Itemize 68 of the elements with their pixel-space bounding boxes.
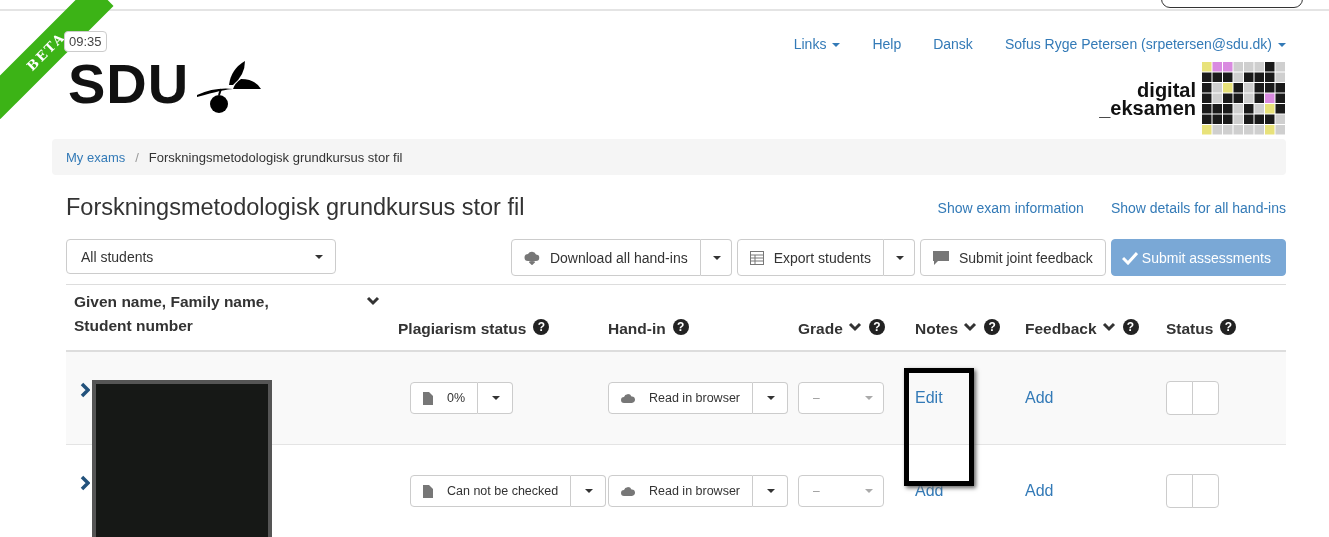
dropdown-toggle[interactable] bbox=[753, 475, 788, 507]
student-filter-select[interactable]: All students bbox=[66, 239, 336, 274]
help-icon[interactable]: ? bbox=[1220, 319, 1237, 335]
check-icon bbox=[1121, 250, 1138, 265]
chevron-down-icon[interactable] bbox=[963, 322, 978, 332]
plagiarism-button[interactable]: 0% bbox=[410, 382, 479, 414]
breadcrumb-separator: / bbox=[135, 149, 139, 165]
toggle-segment[interactable] bbox=[1166, 474, 1193, 508]
caret-icon bbox=[585, 489, 594, 493]
header-link[interactable]: Show exam information bbox=[937, 199, 1084, 216]
cloud-download-icon bbox=[523, 250, 540, 265]
breadcrumb-current: Forskningsmetodologisk grundkursus stor fil bbox=[148, 149, 403, 165]
caret-icon bbox=[492, 396, 501, 400]
page-title: Forskningsmetodologisk grundkursus stor fil bbox=[66, 194, 525, 221]
nav-link[interactable]: Dansk bbox=[933, 36, 973, 52]
dropdown-toggle[interactable] bbox=[700, 239, 732, 276]
breadcrumb-link[interactable]: My exams bbox=[66, 149, 126, 165]
chevron-right-icon[interactable] bbox=[80, 382, 90, 398]
notes-link[interactable]: Edit bbox=[915, 389, 943, 407]
toolbar-button[interactable]: Submit joint feedback bbox=[919, 239, 1106, 276]
nav-link[interactable]: Help bbox=[872, 36, 902, 52]
dropdown-toggle[interactable] bbox=[571, 475, 607, 507]
caret-icon bbox=[712, 255, 721, 260]
clock-badge: 09:35 bbox=[64, 31, 107, 52]
toolbar-button[interactable]: Export students bbox=[736, 239, 884, 276]
caret-icon bbox=[767, 489, 775, 493]
toggle-segment[interactable] bbox=[1166, 381, 1193, 415]
column-header: Plagiarism status bbox=[398, 320, 527, 338]
help-icon[interactable]: ? bbox=[672, 319, 689, 335]
caret-icon bbox=[895, 255, 904, 260]
column-header[interactable]: Notes bbox=[915, 320, 959, 338]
chevron-right-icon[interactable] bbox=[80, 475, 90, 491]
read-in-browser-button[interactable]: Read in browser bbox=[608, 382, 753, 414]
help-icon[interactable]: ? bbox=[1122, 319, 1139, 335]
toggle-segment[interactable] bbox=[1192, 474, 1219, 508]
column-header[interactable]: Given name, Family name, Student number bbox=[74, 290, 314, 338]
column-header: Status bbox=[1166, 320, 1214, 338]
brand-text: _eksamen bbox=[1099, 99, 1196, 117]
cloud-icon bbox=[621, 486, 635, 496]
column-header: Hand-in bbox=[608, 320, 666, 338]
chevron-down-icon[interactable] bbox=[1101, 322, 1116, 332]
header-link[interactable]: Show details for all hand-ins bbox=[1110, 199, 1286, 216]
dropdown-toggle[interactable] bbox=[478, 382, 514, 414]
column-header[interactable]: Grade bbox=[798, 320, 843, 338]
toggle-segment[interactable] bbox=[1192, 381, 1219, 415]
toolbar-button[interactable]: Download all hand-ins bbox=[510, 239, 701, 276]
document-icon bbox=[423, 484, 433, 498]
nav-link[interactable]: Sofus Ryge Petersen (srpetersen@sdu.dk) bbox=[1004, 36, 1286, 52]
feedback-link[interactable]: Add bbox=[1025, 482, 1054, 500]
dropdown-toggle[interactable] bbox=[753, 382, 788, 414]
chevron-down-icon[interactable] bbox=[366, 296, 380, 306]
table-icon bbox=[749, 250, 764, 265]
help-icon[interactable]: ? bbox=[868, 319, 885, 335]
cloud-icon bbox=[621, 393, 635, 403]
help-icon[interactable]: ? bbox=[533, 319, 550, 335]
pixel-logo-icon bbox=[1202, 62, 1286, 136]
document-icon bbox=[423, 391, 433, 405]
nav-link[interactable]: Links bbox=[793, 36, 841, 52]
plagiarism-button[interactable]: Can not be checked bbox=[410, 475, 572, 507]
chevron-down-icon[interactable] bbox=[847, 322, 862, 332]
brand-text: digital bbox=[1137, 81, 1196, 99]
read-in-browser-button[interactable]: Read in browser bbox=[608, 475, 753, 507]
help-icon[interactable]: ? bbox=[984, 319, 1001, 335]
column-header[interactable]: Feedback bbox=[1025, 320, 1097, 338]
speech-bubble-icon bbox=[932, 250, 949, 265]
dropdown-toggle[interactable] bbox=[883, 239, 915, 276]
caret-icon bbox=[767, 396, 775, 400]
feedback-link[interactable]: Add bbox=[1025, 389, 1054, 407]
